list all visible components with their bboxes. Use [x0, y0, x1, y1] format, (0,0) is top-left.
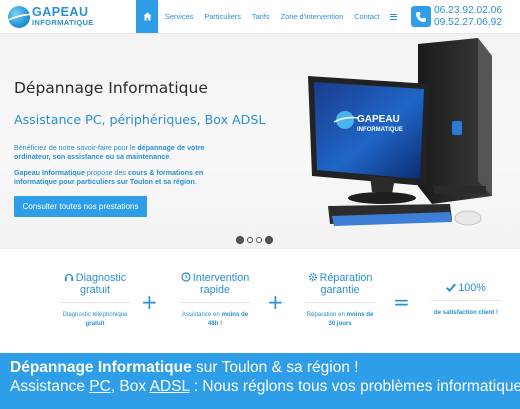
hero-paragraph-1: Bénéficiez de notre savoir-faire pour le…	[14, 144, 224, 163]
menu-icon[interactable]	[389, 13, 397, 20]
phone-numbers: 06.23.92.02.06 09.52.27.06.92	[434, 5, 502, 28]
feature-satisfaction: 100% de satisfaction client !	[413, 282, 519, 317]
feature-intervention-desc-l2: 48h !	[207, 320, 223, 327]
feature-intervention-desc: Assistance en moins de 48h !	[160, 310, 270, 328]
divider	[305, 302, 375, 303]
banner-line-1: Dépannage Informatique sur Toulon & sa r…	[10, 359, 359, 377]
banner-line-2: Assistance PC, Box ADSL : Nous réglons t…	[10, 378, 520, 396]
screen-logo-line1: GAPEAU	[357, 114, 400, 125]
feature-diagnostic-desc: Diagnostic téléphonique gratuit	[40, 310, 150, 328]
banner-line-1-bold: Dépannage Informatique	[10, 359, 192, 376]
slider-dots	[236, 236, 273, 244]
feature-reparation-desc-l2: 30 jours	[328, 320, 352, 327]
plus-sign-1: +	[141, 290, 158, 314]
feature-intervention-title-l2: rapide	[199, 284, 230, 296]
feature-diagnostic: Diagnostic gratuit Diagnostic téléphoniq…	[40, 272, 150, 328]
features-section: Diagnostic gratuit Diagnostic téléphoniq…	[0, 250, 520, 353]
divider	[60, 302, 130, 303]
equals-sign: =	[393, 290, 410, 314]
hero-slider: Dépannage Informatique Assistance PC, pé…	[0, 34, 520, 249]
banner-adsl-link[interactable]: ADSL	[150, 378, 190, 395]
feature-satisfaction-title-text: 100%	[458, 282, 486, 294]
feature-reparation-title: Réparation garantie	[285, 272, 395, 296]
feature-reparation-desc-l1b: moins de	[346, 311, 374, 318]
nav-services[interactable]: Services	[165, 12, 193, 21]
feature-intervention-desc-l1a: Assistance en	[181, 311, 222, 318]
slider-dot-1[interactable]	[236, 236, 244, 244]
feature-satisfaction-desc: de satisfaction client !	[434, 309, 498, 316]
hero-p2-end: .	[194, 178, 197, 187]
feature-diagnostic-title-l2: gratuit	[79, 284, 110, 296]
phone-icon	[411, 6, 431, 27]
feature-reparation-title-l2: garantie	[320, 284, 360, 296]
feature-diagnostic-title-l1: Diagnostic	[75, 272, 127, 284]
hero-title: Dépannage Informatique	[14, 79, 208, 97]
nav-particuliers[interactable]: Particuliers	[204, 12, 241, 21]
gear-icon	[308, 272, 317, 282]
slider-dot-2[interactable]	[247, 237, 253, 243]
feature-reparation-title-l1: Réparation	[319, 272, 373, 284]
feature-satisfaction-title: 100%	[413, 282, 519, 294]
nav-home-button[interactable]	[136, 0, 158, 33]
feature-reparation: Réparation garantie Réparation en moins …	[285, 272, 395, 328]
nav-zone-intervention[interactable]: Zone d'intervention	[281, 12, 344, 21]
feature-reparation-desc-l1a: Réparation en	[306, 311, 347, 318]
phone-number-2[interactable]: 09.52.27.06.92	[434, 17, 502, 29]
headset-icon	[64, 273, 73, 281]
banner-line-2-b: , Box	[110, 378, 150, 395]
consult-prestations-button[interactable]: Consulter toutes nos prestations	[14, 196, 147, 217]
feature-intervention-title-l1: Intervention	[192, 272, 250, 284]
logo-text-line2: INFORMATIQUE	[32, 18, 94, 27]
hero-p1-text: Bénéficiez de notre savoir-faire pour le	[14, 144, 138, 152]
banner-line-2-a: Assistance	[10, 378, 90, 395]
nav-tarifs[interactable]: Tarifs	[252, 12, 270, 21]
slider-dot-3[interactable]	[256, 237, 262, 243]
home-icon	[142, 12, 152, 21]
hero-p1-end: .	[169, 153, 172, 162]
site-logo[interactable]: GAPEAU INFORMATIQUE	[5, 5, 100, 31]
hero-p2-brand: Gapeau Informatique	[14, 169, 85, 177]
phone-number-1[interactable]: 06.23.92.02.06	[434, 5, 502, 17]
main-nav: Services Particuliers Tarifs Zone d'inte…	[136, 0, 397, 33]
slider-dot-4[interactable]	[265, 236, 273, 244]
divider	[180, 302, 250, 303]
hero-p2-text: propose des	[84, 169, 128, 177]
screen-logo-line2: INFORMATIQUE	[357, 127, 403, 133]
hero-subtitle: Assistance PC, périphériques, Box ADSL	[14, 112, 266, 127]
banner-pc-link[interactable]: PC	[89, 378, 111, 395]
hero-paragraph-2: Gapeau Informatique propose des cours & …	[14, 169, 224, 188]
feature-diagnostic-title: Diagnostic gratuit	[40, 272, 150, 296]
feature-reparation-desc: Réparation en moins de 30 jours	[285, 310, 395, 328]
banner-line-2-c: : Nous réglons tous vos problèmes inform…	[189, 378, 520, 395]
feature-diagnostic-desc-l1: Diagnostic téléphonique	[62, 311, 128, 318]
feature-intervention-title: Intervention rapide	[160, 272, 270, 296]
logo-text-line1: GAPEAU	[32, 5, 89, 19]
nav-contact[interactable]: Contact	[354, 12, 379, 21]
check-icon	[446, 283, 457, 292]
banner-line-1-rest: sur Toulon & sa région !	[191, 359, 359, 376]
feature-intervention-desc-l1b: moins de	[221, 311, 249, 318]
divider	[431, 300, 501, 301]
bottom-banner: Dépannage Informatique sur Toulon & sa r…	[0, 353, 520, 409]
clock-icon	[181, 272, 191, 282]
plus-sign-2: +	[267, 290, 284, 314]
feature-diagnostic-desc-l2: gratuit	[85, 320, 105, 327]
site-header: GAPEAU INFORMATIQUE Services Particulier…	[0, 0, 520, 34]
desktop-computer-image: GAPEAU INFORMATIQUE	[308, 38, 492, 226]
feature-intervention: Intervention rapide Assistance en moins …	[160, 272, 270, 328]
